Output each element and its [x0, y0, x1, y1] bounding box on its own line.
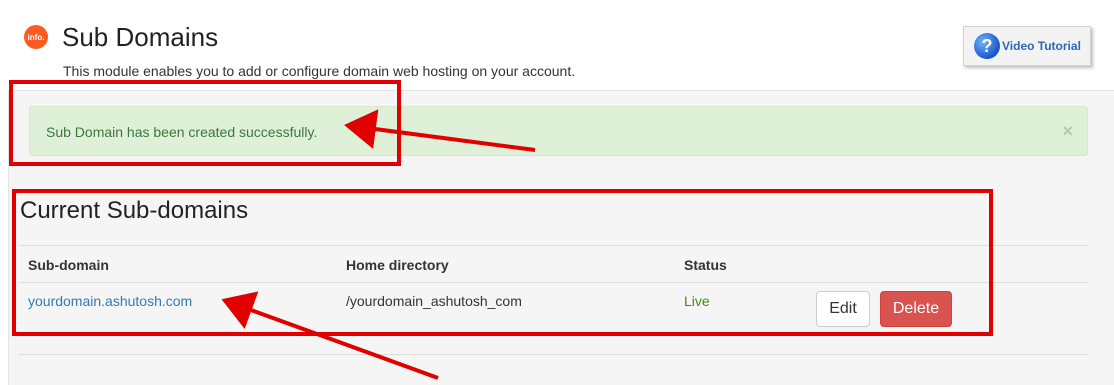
- arrow-to-subdomain: [221, 291, 439, 380]
- annotation-arrows: [221, 109, 536, 380]
- arrow-to-alert: [344, 109, 536, 152]
